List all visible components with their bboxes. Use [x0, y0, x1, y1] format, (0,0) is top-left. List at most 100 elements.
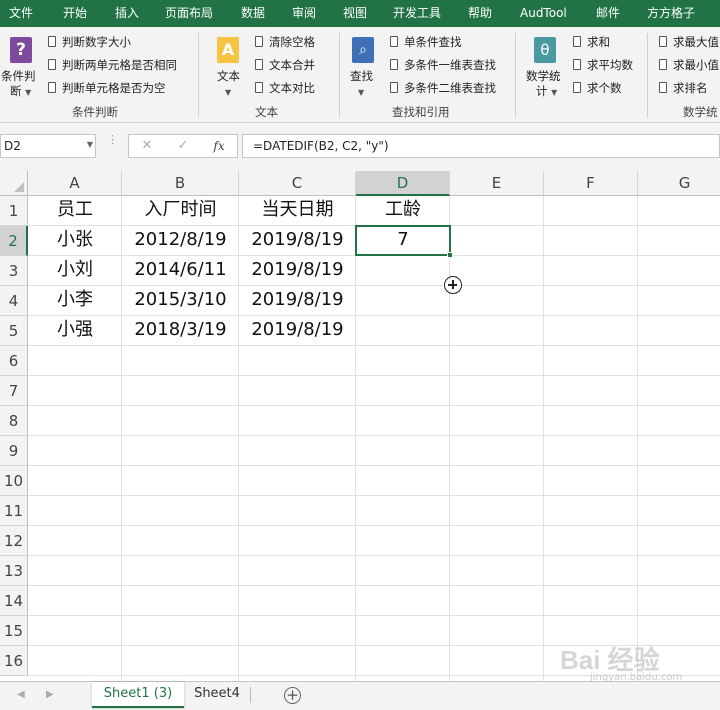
- scroll-right-icon[interactable]: ▶: [46, 689, 54, 700]
- cell-a2[interactable]: 小张: [28, 225, 122, 255]
- row-header-8[interactable]: 8: [0, 406, 28, 436]
- chevron-down-icon: ▼: [551, 88, 558, 97]
- row-header-6[interactable]: 6: [0, 346, 28, 376]
- cell-a3[interactable]: 小刘: [28, 255, 122, 285]
- cell-d1[interactable]: 工龄: [356, 195, 450, 225]
- multi-1d-lookup-button[interactable]: 多条件一维表查找: [390, 55, 496, 75]
- row-header-4[interactable]: 4: [0, 286, 28, 316]
- menu-fangfang[interactable]: 方方格子: [647, 0, 695, 27]
- document-icon: [573, 82, 581, 93]
- cell-c5[interactable]: 2019/8/19: [239, 315, 356, 345]
- column-header-b[interactable]: B: [122, 171, 239, 196]
- judge-number-size-button[interactable]: 判断数字大小: [48, 32, 131, 52]
- cancel-icon[interactable]: ✕: [137, 135, 157, 157]
- document-icon: [659, 59, 667, 70]
- insert-function-icon[interactable]: fx: [209, 135, 229, 157]
- stats-button-label-1: 数学统: [526, 69, 561, 83]
- document-icon: [255, 36, 263, 47]
- sheet-tab-bar: ◀ ▶ Sheet1 (3) Sheet4 +: [0, 681, 720, 710]
- menu-home[interactable]: 开始: [63, 0, 87, 27]
- select-all-button[interactable]: [0, 171, 28, 196]
- row-header-14[interactable]: 14: [0, 586, 28, 616]
- column-header-a[interactable]: A: [28, 171, 122, 196]
- row-header-3[interactable]: 3: [0, 256, 28, 286]
- chevron-down-icon: ▼: [25, 88, 32, 97]
- row-header-16[interactable]: 16: [0, 646, 28, 676]
- chevron-down-icon[interactable]: ▼: [84, 134, 96, 158]
- row-header-1[interactable]: 1: [0, 196, 28, 226]
- multi-2d-lookup-button[interactable]: 多条件二维表查找: [390, 78, 496, 98]
- name-box[interactable]: D2: [0, 134, 96, 158]
- document-icon: [573, 59, 581, 70]
- row-header-12[interactable]: 12: [0, 526, 28, 556]
- formula-input[interactable]: =DATEDIF(B2, C2, "y"): [242, 134, 720, 158]
- document-icon: [255, 82, 263, 93]
- row-header-10[interactable]: 10: [0, 466, 28, 496]
- menu-developer[interactable]: 开发工具: [393, 0, 441, 27]
- row-header-13[interactable]: 13: [0, 556, 28, 586]
- menu-data[interactable]: 数据: [241, 0, 265, 27]
- spreadsheet-grid: A B C D E F G 1 2 3 4 5 6 7 8 9 10 11 12…: [0, 171, 720, 681]
- cell-a1[interactable]: 员工: [28, 195, 122, 225]
- row-header-5[interactable]: 5: [0, 316, 28, 346]
- clear-spaces-button[interactable]: 清除空格: [255, 32, 315, 52]
- scroll-left-icon[interactable]: ◀: [17, 689, 25, 700]
- menu-help[interactable]: 帮助: [468, 0, 492, 27]
- row-header-15[interactable]: 15: [0, 616, 28, 646]
- cell-c1[interactable]: 当天日期: [239, 195, 356, 225]
- cell-b2[interactable]: 2012/8/19: [122, 225, 239, 255]
- menu-mail[interactable]: 邮件: [596, 0, 620, 27]
- column-header-c[interactable]: C: [239, 171, 356, 196]
- menu-bar: 文件 开始 插入 页面布局 数据 审阅 视图 开发工具 帮助 AudTool 邮…: [0, 0, 720, 27]
- cell-a5[interactable]: 小强: [28, 315, 122, 345]
- menu-view[interactable]: 视图: [343, 0, 367, 27]
- row-header-11[interactable]: 11: [0, 496, 28, 526]
- ribbon-separator: [339, 33, 340, 117]
- menu-review[interactable]: 审阅: [292, 0, 316, 27]
- judge-cells-same-button[interactable]: 判断两单元格是否相同: [48, 55, 177, 75]
- column-header-f[interactable]: F: [544, 171, 638, 196]
- single-lookup-button[interactable]: 单条件查找: [390, 32, 462, 52]
- text-compare-button[interactable]: 文本对比: [255, 78, 315, 98]
- column-header-g[interactable]: G: [638, 171, 720, 196]
- tab-sheet4[interactable]: Sheet4: [184, 682, 250, 708]
- selected-cell-border: [355, 225, 451, 256]
- cell-b5[interactable]: 2018/3/19: [122, 315, 239, 345]
- cell-b3[interactable]: 2014/6/11: [122, 255, 239, 285]
- fill-handle[interactable]: [447, 252, 453, 258]
- menu-page-layout[interactable]: 页面布局: [165, 0, 213, 27]
- average-button[interactable]: 求平均数: [573, 55, 633, 75]
- menu-audtool[interactable]: AudTool: [520, 0, 567, 27]
- cell-a4[interactable]: 小李: [28, 285, 122, 315]
- cell-c2[interactable]: 2019/8/19: [239, 225, 356, 255]
- cell-c3[interactable]: 2019/8/19: [239, 255, 356, 285]
- tab-sheet1-3[interactable]: Sheet1 (3): [92, 682, 184, 708]
- rank-button[interactable]: 求排名: [659, 78, 708, 98]
- max-button[interactable]: 求最大值: [659, 32, 719, 52]
- column-header-e[interactable]: E: [450, 171, 544, 196]
- formula-bar-grip[interactable]: ⋮: [107, 134, 118, 155]
- row-header-2[interactable]: 2: [0, 226, 28, 256]
- count-button[interactable]: 求个数: [573, 78, 622, 98]
- row-header-9[interactable]: 9: [0, 436, 28, 466]
- document-icon: [659, 36, 667, 47]
- cell-b4[interactable]: 2015/3/10: [122, 285, 239, 315]
- cell-b1[interactable]: 入厂时间: [122, 195, 239, 225]
- menu-insert[interactable]: 插入: [115, 0, 139, 27]
- condition-button-label-2: 断: [10, 84, 22, 98]
- judge-cell-empty-button[interactable]: 判断单元格是否为空: [48, 78, 166, 98]
- cell-c4[interactable]: 2019/8/19: [239, 285, 356, 315]
- formula-buttons: ✕ ✓ fx: [128, 134, 238, 158]
- text-group-label: 文本: [255, 105, 278, 119]
- menu-file[interactable]: 文件: [9, 0, 33, 27]
- enter-icon[interactable]: ✓: [173, 135, 193, 157]
- add-sheet-icon[interactable]: +: [284, 687, 301, 704]
- ribbon-separator: [647, 33, 648, 117]
- text-button-label: 文本: [217, 69, 240, 83]
- sum-button[interactable]: 求和: [573, 32, 610, 52]
- document-icon: [48, 82, 56, 93]
- column-header-d[interactable]: D: [356, 171, 450, 196]
- min-button[interactable]: 求最小值: [659, 55, 719, 75]
- text-merge-button[interactable]: 文本合并: [255, 55, 315, 75]
- row-header-7[interactable]: 7: [0, 376, 28, 406]
